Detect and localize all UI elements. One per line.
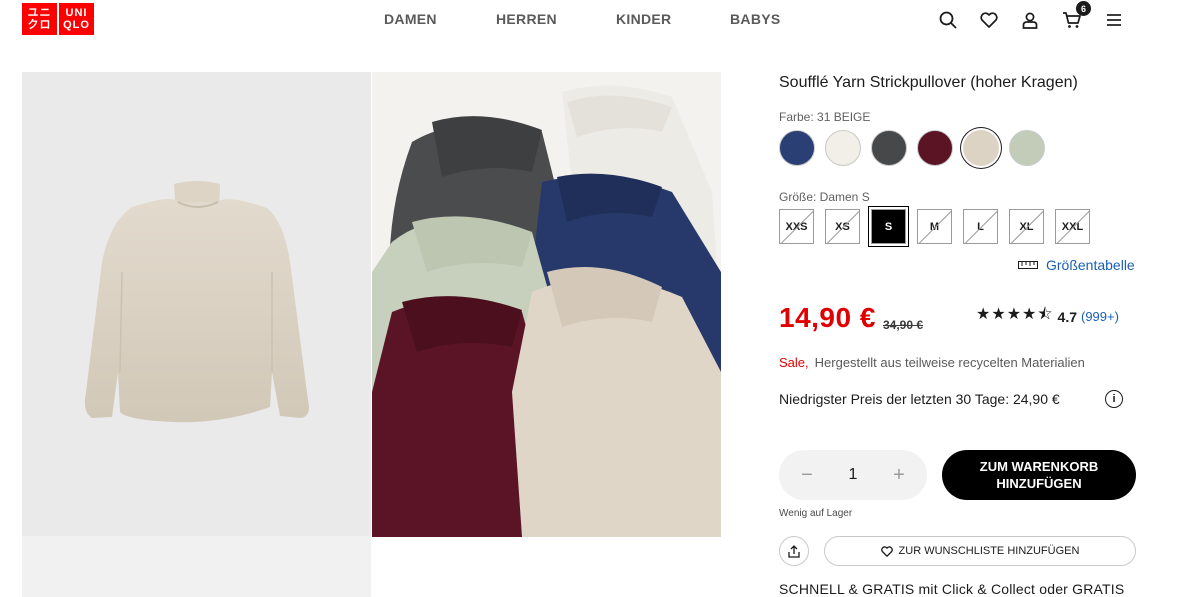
product-image-colors[interactable]: [372, 72, 721, 537]
swatch-wine[interactable]: [917, 130, 953, 166]
size-label: Größe: Damen S: [779, 190, 870, 204]
sale-tag: Sale,: [779, 355, 809, 370]
logo-kana-bottom: クロ: [27, 19, 52, 31]
size-m[interactable]: M: [917, 209, 952, 244]
wishlist-label: ZUR WUNSCHLISTE HINZUFÜGEN: [898, 545, 1080, 557]
rating-stars-icon: ★★★★⯪: [976, 306, 1054, 323]
add-to-cart-button[interactable]: ZUM WARENKORB HINZUFÜGEN: [942, 450, 1136, 500]
product-rating[interactable]: ★★★★⯪ 4.7 (999+): [976, 303, 1119, 330]
size-xxl[interactable]: XXL: [1055, 209, 1090, 244]
size-chart-link[interactable]: Größentabelle: [1018, 257, 1135, 273]
logo-latin-top: UNI: [65, 7, 88, 19]
swatch-off-white[interactable]: [825, 130, 861, 166]
heart-outline-icon: [880, 545, 893, 557]
nav-babys[interactable]: BABYS: [730, 11, 781, 27]
share-button[interactable]: [779, 536, 809, 566]
swatch-navy[interactable]: [779, 130, 815, 166]
material-info: Hergestellt aus teilweise recycelten Mat…: [814, 355, 1085, 370]
original-price: 34,90 €: [883, 318, 924, 332]
size-xs[interactable]: XS: [825, 209, 860, 244]
swatch-sage[interactable]: [1009, 130, 1045, 166]
sale-price: 14,90 €: [779, 302, 876, 333]
heart-icon[interactable]: [978, 9, 1000, 31]
add-to-wishlist-button[interactable]: ZUR WUNSCHLISTE HINZUFÜGEN: [824, 536, 1136, 566]
logo-kana-top: ユニ: [27, 7, 52, 19]
share-icon: [788, 544, 800, 558]
product-image-thumb-strip: [22, 536, 371, 597]
sale-info: Sale, Hergestellt aus teilweise recycelte…: [779, 355, 1085, 370]
size-chart-label: Größentabelle: [1046, 257, 1135, 273]
quantity-value[interactable]: 1: [849, 466, 858, 484]
product-image-main[interactable]: [22, 72, 371, 597]
shipping-info: SCHNELL & GRATIS mit Click & Collect ode…: [779, 581, 1125, 597]
size-s-selected[interactable]: S: [871, 209, 906, 244]
menu-icon[interactable]: [1103, 9, 1125, 31]
rating-count[interactable]: (999+): [1081, 309, 1119, 324]
nav-damen[interactable]: DAMEN: [384, 11, 437, 27]
size-xl[interactable]: XL: [1009, 209, 1044, 244]
nav-herren[interactable]: HERREN: [496, 11, 557, 27]
quantity-stepper: − 1 +: [779, 450, 927, 500]
search-icon[interactable]: [937, 9, 959, 31]
site-header: ユニ クロ UNI QLO DAMEN HERREN KINDER BABYS …: [0, 0, 1200, 44]
sweater-illustration: [84, 181, 309, 423]
nav-kinder[interactable]: KINDER: [616, 11, 671, 27]
rating-score: 4.7: [1057, 308, 1077, 325]
size-selector: XXS XS S M L XL XXL: [779, 209, 1090, 244]
cart-icon[interactable]: 6: [1061, 1, 1091, 31]
swatch-beige-selected[interactable]: [963, 130, 999, 166]
user-icon[interactable]: [1019, 9, 1041, 31]
color-stack-illustration: [372, 85, 721, 537]
logo-latin-block: UNI QLO: [59, 3, 94, 35]
quantity-decrease-button[interactable]: −: [797, 464, 817, 487]
ruler-icon: [1018, 261, 1038, 269]
color-swatches: [779, 130, 1045, 166]
logo-latin-bottom: QLO: [63, 19, 90, 31]
cart-count-badge: 6: [1076, 1, 1091, 16]
quantity-increase-button[interactable]: +: [889, 464, 909, 487]
size-l[interactable]: L: [963, 209, 998, 244]
size-xxs[interactable]: XXS: [779, 209, 814, 244]
logo-kana-block: ユニ クロ: [22, 3, 57, 35]
product-title: Soufflé Yarn Strickpullover (hoher Krage…: [779, 74, 1078, 91]
stock-status: Wenig auf Lager: [779, 508, 853, 519]
uniqlo-logo[interactable]: ユニ クロ UNI QLO: [22, 3, 94, 35]
color-label: Farbe: 31 BEIGE: [779, 110, 871, 124]
lowest-price-info: Niedrigster Preis der letzten 30 Tage: 2…: [779, 391, 1060, 407]
info-icon[interactable]: i: [1105, 390, 1123, 408]
swatch-dark-gray[interactable]: [871, 130, 907, 166]
